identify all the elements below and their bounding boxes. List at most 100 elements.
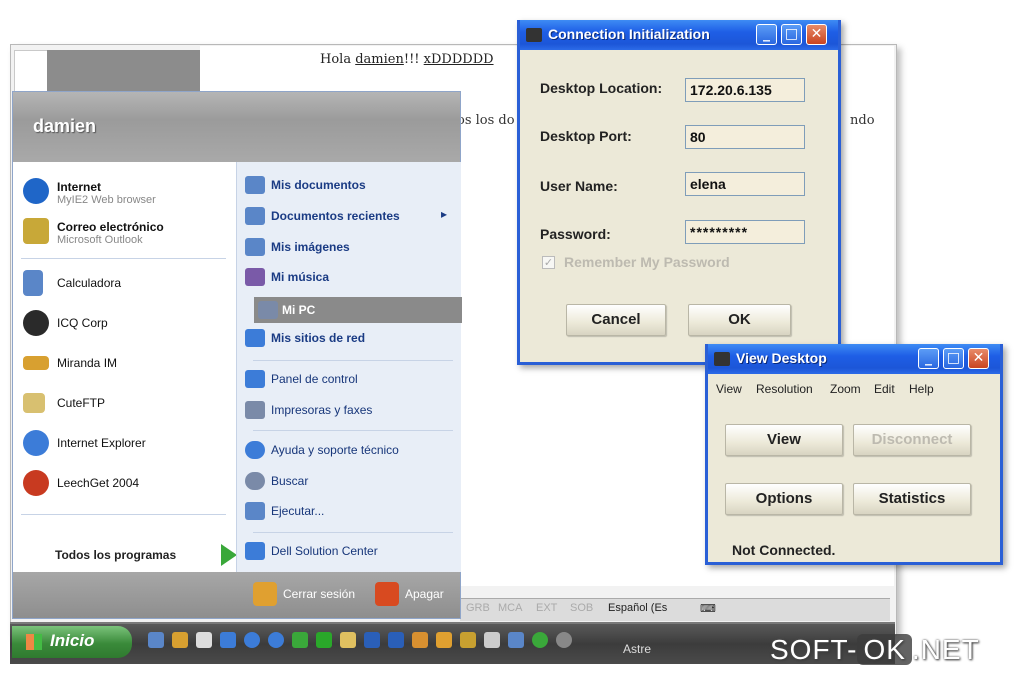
places-my-documents[interactable]: Mis documentos	[245, 176, 450, 198]
places-my-pictures[interactable]: Mis imágenes	[245, 238, 450, 260]
arrow-right-icon	[221, 544, 237, 566]
quicklaunch-icon[interactable]	[484, 632, 500, 648]
separator	[253, 532, 453, 533]
places-printers[interactable]: Impresoras y faxes	[245, 401, 450, 423]
taskbar-window-button[interactable]: Astre	[623, 642, 651, 656]
quicklaunch-icon[interactable]	[532, 632, 548, 648]
quicklaunch-icon[interactable]	[316, 632, 332, 648]
recent-calculator[interactable]: Calculadora	[23, 270, 223, 298]
quicklaunch-icon[interactable]	[436, 632, 452, 648]
places-my-music[interactable]: Mi música	[245, 268, 450, 290]
icq-icon	[23, 310, 49, 336]
recent-cuteftp[interactable]: CuteFTP	[23, 390, 223, 418]
password-field[interactable]: *********	[685, 220, 805, 244]
user-name-label: User Name:	[540, 178, 618, 194]
quicklaunch-icon[interactable]	[148, 632, 164, 648]
menu-view[interactable]: View	[716, 382, 742, 396]
recent-ie[interactable]: Internet Explorer	[23, 430, 223, 458]
desktop-port-label: Desktop Port:	[540, 128, 632, 144]
maximize-button[interactable]: □	[781, 24, 802, 45]
pinned-email[interactable]: Correo electrónico Microsoft Outlook	[23, 218, 233, 252]
quicklaunch-icon[interactable]	[244, 632, 260, 648]
quicklaunch-icon[interactable]	[556, 632, 572, 648]
minimize-button[interactable]: _	[756, 24, 777, 45]
document-text-fragment: ndo	[850, 113, 875, 128]
recent-leechget[interactable]: LeechGet 2004	[23, 470, 223, 498]
disconnect-button[interactable]: Disconnect	[853, 424, 971, 456]
leechget-icon	[23, 470, 49, 496]
all-programs-button[interactable]: Todos los programas	[55, 548, 176, 562]
start-menu-header: damien	[13, 92, 460, 162]
remember-password-checkbox[interactable]: ✓	[542, 256, 555, 269]
menu-edit[interactable]: Edit	[874, 382, 895, 396]
status-mca: MCA	[498, 602, 523, 614]
options-button[interactable]: Options	[725, 483, 843, 515]
dell-icon	[245, 542, 265, 560]
cancel-button[interactable]: Cancel	[566, 304, 666, 336]
places-my-computer[interactable]: Mi PC	[254, 297, 462, 323]
start-menu: damien Internet MyIE2 Web browser Correo …	[12, 91, 462, 619]
quicklaunch-icon[interactable]	[364, 632, 380, 648]
quicklaunch-icon[interactable]	[508, 632, 524, 648]
quicklaunch-icon[interactable]	[292, 632, 308, 648]
start-menu-programs: Internet MyIE2 Web browser Correo electró…	[13, 162, 236, 572]
statistics-button[interactable]: Statistics	[853, 483, 971, 515]
desktop-port-field[interactable]: 80	[685, 125, 805, 149]
pictures-icon	[245, 238, 265, 256]
quicklaunch-icon[interactable]	[460, 632, 476, 648]
keyboard-icon: ⌨	[700, 603, 716, 615]
recent-miranda[interactable]: Miranda IM	[23, 350, 223, 378]
places-search[interactable]: Buscar	[245, 472, 450, 494]
view-desktop-titlebar[interactable]: View Desktop _ □ ✕	[708, 344, 1000, 374]
quicklaunch-icon[interactable]	[412, 632, 428, 648]
printer-icon	[245, 401, 265, 419]
connection-dialog: Connection Initialization _ □ ✕ Desktop …	[517, 20, 841, 365]
places-help[interactable]: Ayuda y soporte técnico	[245, 441, 450, 463]
window-title: View Desktop	[736, 350, 827, 366]
separator	[253, 360, 453, 361]
power-icon	[375, 582, 399, 606]
menu-help[interactable]: Help	[909, 382, 934, 396]
browser-icon	[23, 178, 49, 204]
quicklaunch-icon[interactable]	[268, 632, 284, 648]
run-icon	[245, 502, 265, 520]
menu-resolution[interactable]: Resolution	[756, 382, 813, 396]
pinned-internet[interactable]: Internet MyIE2 Web browser	[23, 178, 233, 212]
menu-zoom[interactable]: Zoom	[830, 382, 861, 396]
close-icon: ✕	[972, 350, 985, 366]
places-network[interactable]: Mis sitios de red	[245, 329, 450, 351]
connection-dialog-titlebar[interactable]: Connection Initialization _ □ ✕	[520, 20, 838, 50]
maximize-icon: □	[784, 26, 799, 42]
close-button[interactable]: ✕	[968, 348, 989, 369]
password-label: Password:	[540, 226, 611, 242]
user-name: damien	[33, 116, 97, 136]
separator	[21, 514, 226, 515]
minimize-button[interactable]: _	[918, 348, 939, 369]
recent-icq[interactable]: ICQ Corp	[23, 310, 223, 338]
network-icon	[245, 329, 265, 347]
maximize-button[interactable]: □	[943, 348, 964, 369]
desktop-location-field[interactable]: 172.20.6.135	[685, 78, 805, 102]
places-control-panel[interactable]: Panel de control	[245, 370, 450, 392]
view-button[interactable]: View	[725, 424, 843, 456]
calculator-icon	[23, 270, 43, 296]
close-button[interactable]: ✕	[806, 24, 827, 45]
quicklaunch-icon[interactable]	[220, 632, 236, 648]
quicklaunch-icon[interactable]	[172, 632, 188, 648]
document-margin	[47, 50, 200, 92]
ok-button[interactable]: OK	[688, 304, 791, 336]
logoff-button[interactable]: Cerrar sesión	[253, 580, 363, 610]
user-name-field[interactable]: elena	[685, 172, 805, 196]
quicklaunch-icon[interactable]	[340, 632, 356, 648]
places-recent-documents[interactable]: Documentos recientes ▸	[245, 207, 450, 229]
miranda-icon	[23, 356, 49, 370]
quicklaunch-icon[interactable]	[388, 632, 404, 648]
shutdown-button[interactable]: Apagar	[375, 580, 455, 610]
start-button[interactable]: Inicio	[12, 626, 132, 658]
view-desktop-window: View Desktop _ □ ✕ View Resolution Zoom …	[705, 344, 1003, 565]
separator	[253, 430, 453, 431]
status-grb: GRB	[466, 602, 490, 614]
places-dell[interactable]: Dell Solution Center	[245, 542, 450, 564]
places-run[interactable]: Ejecutar...	[245, 502, 450, 524]
quicklaunch-icon[interactable]	[196, 632, 212, 648]
